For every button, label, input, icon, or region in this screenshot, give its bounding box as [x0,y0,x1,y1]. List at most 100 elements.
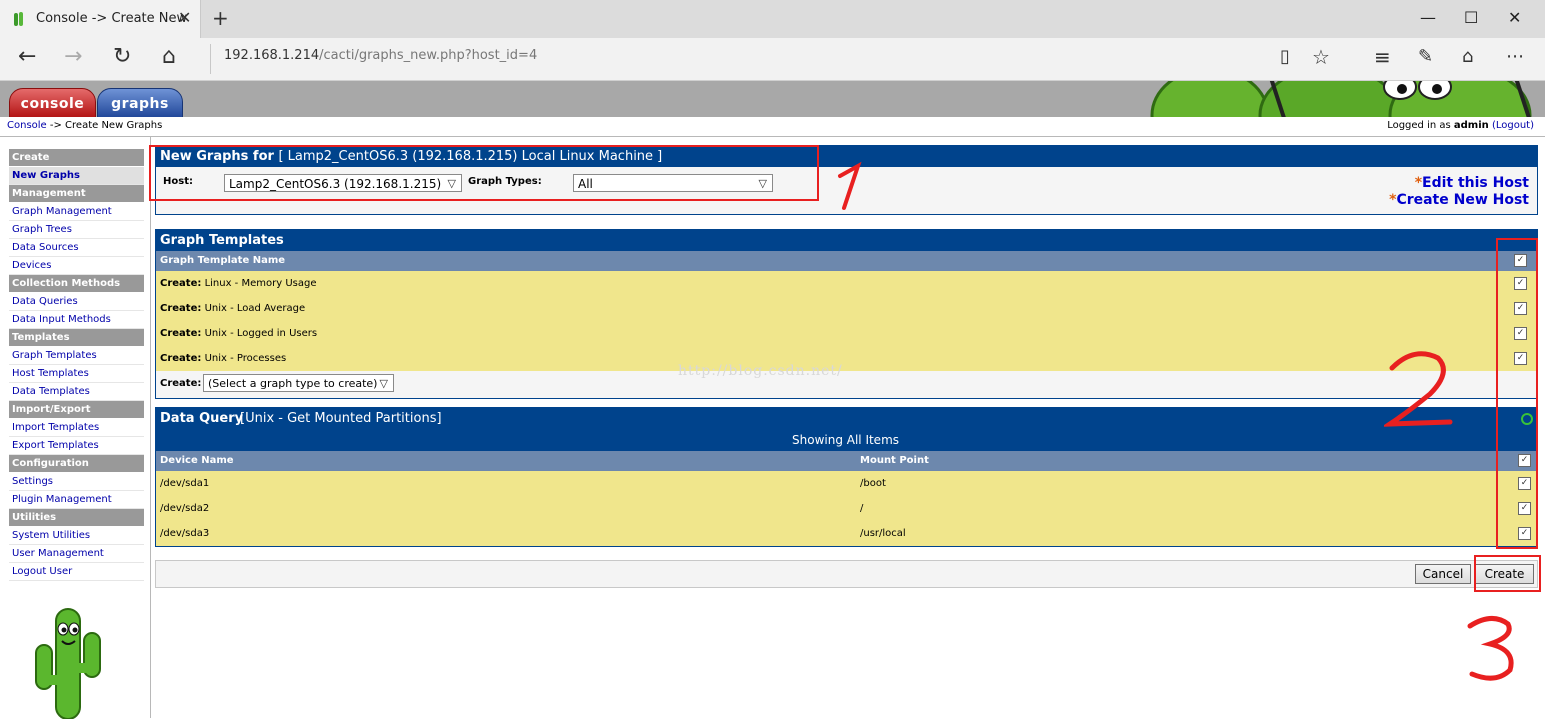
tab-close-icon[interactable]: ✕ [178,8,191,27]
create-prefix: Create: [160,303,202,314]
graph-type-select-row: Create: (Select a graph type to create) … [156,363,1537,396]
annotation-label-3: 3 [1470,620,1471,621]
web-note-icon[interactable]: ✎ [1418,46,1433,68]
mount-point-header: Mount Point [860,455,929,466]
cactus-banner-graphic [1150,81,1532,117]
sidebar-item-plugin-management[interactable]: Plugin Management [9,491,144,509]
watermark-text: http://blog.csdn.net/ [678,363,843,379]
maximize-icon[interactable]: ☐ [1464,8,1478,27]
table-row: Create: Unix - Logged in Users ✓ [156,321,1537,346]
login-user: admin [1453,120,1489,131]
annotation-number-3 [1467,616,1514,681]
sidebar-item-user-management[interactable]: User Management [9,545,144,563]
device-name-header: Device Name [160,455,234,466]
edit-host-label: Edit this Host [1422,175,1529,191]
sidebar: Create New Graphs Management Graph Manag… [0,137,151,719]
sidebar-item-export-templates[interactable]: Export Templates [9,437,144,455]
table-row: /dev/sda3/usr/local ✓ [156,521,1537,546]
sidebar-item-system-utilities[interactable]: System Utilities [9,527,144,545]
mount-point: /boot [860,478,886,489]
data-query-panel: Data Query [Unix - Get Mounted Partition… [155,407,1538,547]
sidebar-item-host-templates[interactable]: Host Templates [9,365,144,383]
sidebar-item-graph-trees[interactable]: Graph Trees [9,221,144,239]
template-name: Unix - Logged in Users [204,328,318,339]
home-icon[interactable]: ⌂ [162,46,176,68]
table-row: Create: Unix - Load Average ✓ [156,296,1537,321]
template-name: Unix - Processes [204,353,287,364]
template-name: Unix - Load Average [204,303,306,314]
browser-nav-bar: ← → ↻ ⌂ 192.168.1.214/cacti/graphs_new.p… [0,38,1545,81]
breadcrumb-console-link[interactable]: Console [7,120,47,131]
minimize-icon[interactable]: — [1420,8,1436,27]
edit-host-link[interactable]: *Edit this Host [1389,175,1529,192]
close-window-icon[interactable]: ✕ [1508,8,1521,27]
sidebar-item-settings[interactable]: Settings [9,473,144,491]
back-icon[interactable]: ← [18,46,36,68]
graph-type-select-value: (Select a graph type to create) [208,377,378,390]
tab-title: Console -> Create New [36,11,188,26]
annotation-label-2: 2 [1390,360,1391,361]
sidebar-item-new-graphs[interactable]: New Graphs [9,167,144,185]
cacti-header-banner [0,81,1545,117]
sidebar-item-data-templates[interactable]: Data Templates [9,383,144,401]
sidebar-item-graph-management[interactable]: Graph Management [9,203,144,221]
device-name: /dev/sda1 [160,478,210,489]
hub-icon[interactable]: ≡ [1374,46,1391,68]
host-actions: *Edit this Host *Create New Host [1389,175,1529,209]
logout-link[interactable]: (Logout) [1492,120,1534,131]
sidebar-item-data-input-methods[interactable]: Data Input Methods [9,311,144,329]
favorite-star-icon[interactable]: ☆ [1312,46,1330,68]
sidebar-item-import-templates[interactable]: Import Templates [9,419,144,437]
create-host-link[interactable]: *Create New Host [1389,192,1529,209]
annotation-box-host [149,145,819,201]
create-select-label: Create: [160,378,202,389]
sidebar-section-configuration: Configuration [9,455,144,472]
data-query-name: [Unix - Get Mounted Partitions] [240,411,442,426]
sidebar-item-data-sources[interactable]: Data Sources [9,239,144,257]
new-tab-icon[interactable]: + [212,6,229,30]
browser-tab-bar: Console -> Create New ✕ + — ☐ ✕ [0,0,1545,38]
sidebar-section-collection-methods: Collection Methods [9,275,144,292]
cancel-button[interactable]: Cancel [1415,564,1471,584]
cacti-favicon-icon [14,12,23,26]
address-bar[interactable]: 192.168.1.214/cacti/graphs_new.php?host_… [224,48,537,63]
sidebar-item-data-queries[interactable]: Data Queries [9,293,144,311]
chevron-down-icon: ▽ [379,377,388,390]
sidebar-section-create: Create [9,149,144,166]
url-path: /cacti/graphs_new.php?host_id=4 [319,48,538,63]
sidebar-section-utilities: Utilities [9,509,144,526]
share-icon[interactable]: ⌂ [1462,46,1473,68]
graph-template-name-header: Graph Template Name [160,255,286,266]
cactus-logo-icon [35,608,101,719]
breadcrumb-bar: Console -> Create New Graphs Logged in a… [0,117,1545,137]
reading-view-icon[interactable]: ▯ [1280,46,1290,68]
refresh-icon[interactable]: ↻ [113,46,131,68]
breadcrumb-current: -> Create New Graphs [46,120,163,131]
graphs-tab[interactable]: graphs [97,88,183,118]
graph-type-select[interactable]: (Select a graph type to create) ▽ [203,374,394,392]
graph-template-column-header: Graph Template Name ✓ [156,251,1537,271]
create-prefix: Create: [160,278,202,289]
sidebar-item-devices[interactable]: Devices [9,257,144,275]
device-name: /dev/sda2 [160,503,210,514]
edit-host-asterisk: * [1414,175,1423,191]
data-query-column-header: Device Name Mount Point ✓ [156,451,1537,471]
device-name: /dev/sda3 [160,528,210,539]
table-row: Create: Linux - Memory Usage ✓ [156,271,1537,296]
sidebar-item-graph-templates[interactable]: Graph Templates [9,347,144,365]
table-row: /dev/sda1/boot ✓ [156,471,1537,496]
graph-templates-header: Graph Templates [156,230,1537,251]
browser-tab[interactable]: Console -> Create New ✕ [0,0,201,38]
sidebar-section-management: Management [9,185,144,202]
console-tab[interactable]: console [9,88,96,118]
data-query-header: Data Query [Unix - Get Mounted Partition… [156,408,1537,451]
template-name: Linux - Memory Usage [204,278,317,289]
forward-icon[interactable]: → [64,46,82,68]
url-host: 192.168.1.214 [224,48,320,63]
sidebar-item-logout-user[interactable]: Logout User [9,563,144,581]
more-icon[interactable]: ⋯ [1506,46,1524,68]
login-status: Logged in as admin (Logout) [1387,120,1534,131]
sidebar-menu: Create New Graphs Management Graph Manag… [9,149,144,581]
annotation-label-1: 1 [836,166,837,167]
create-host-label: Create New Host [1396,192,1529,208]
